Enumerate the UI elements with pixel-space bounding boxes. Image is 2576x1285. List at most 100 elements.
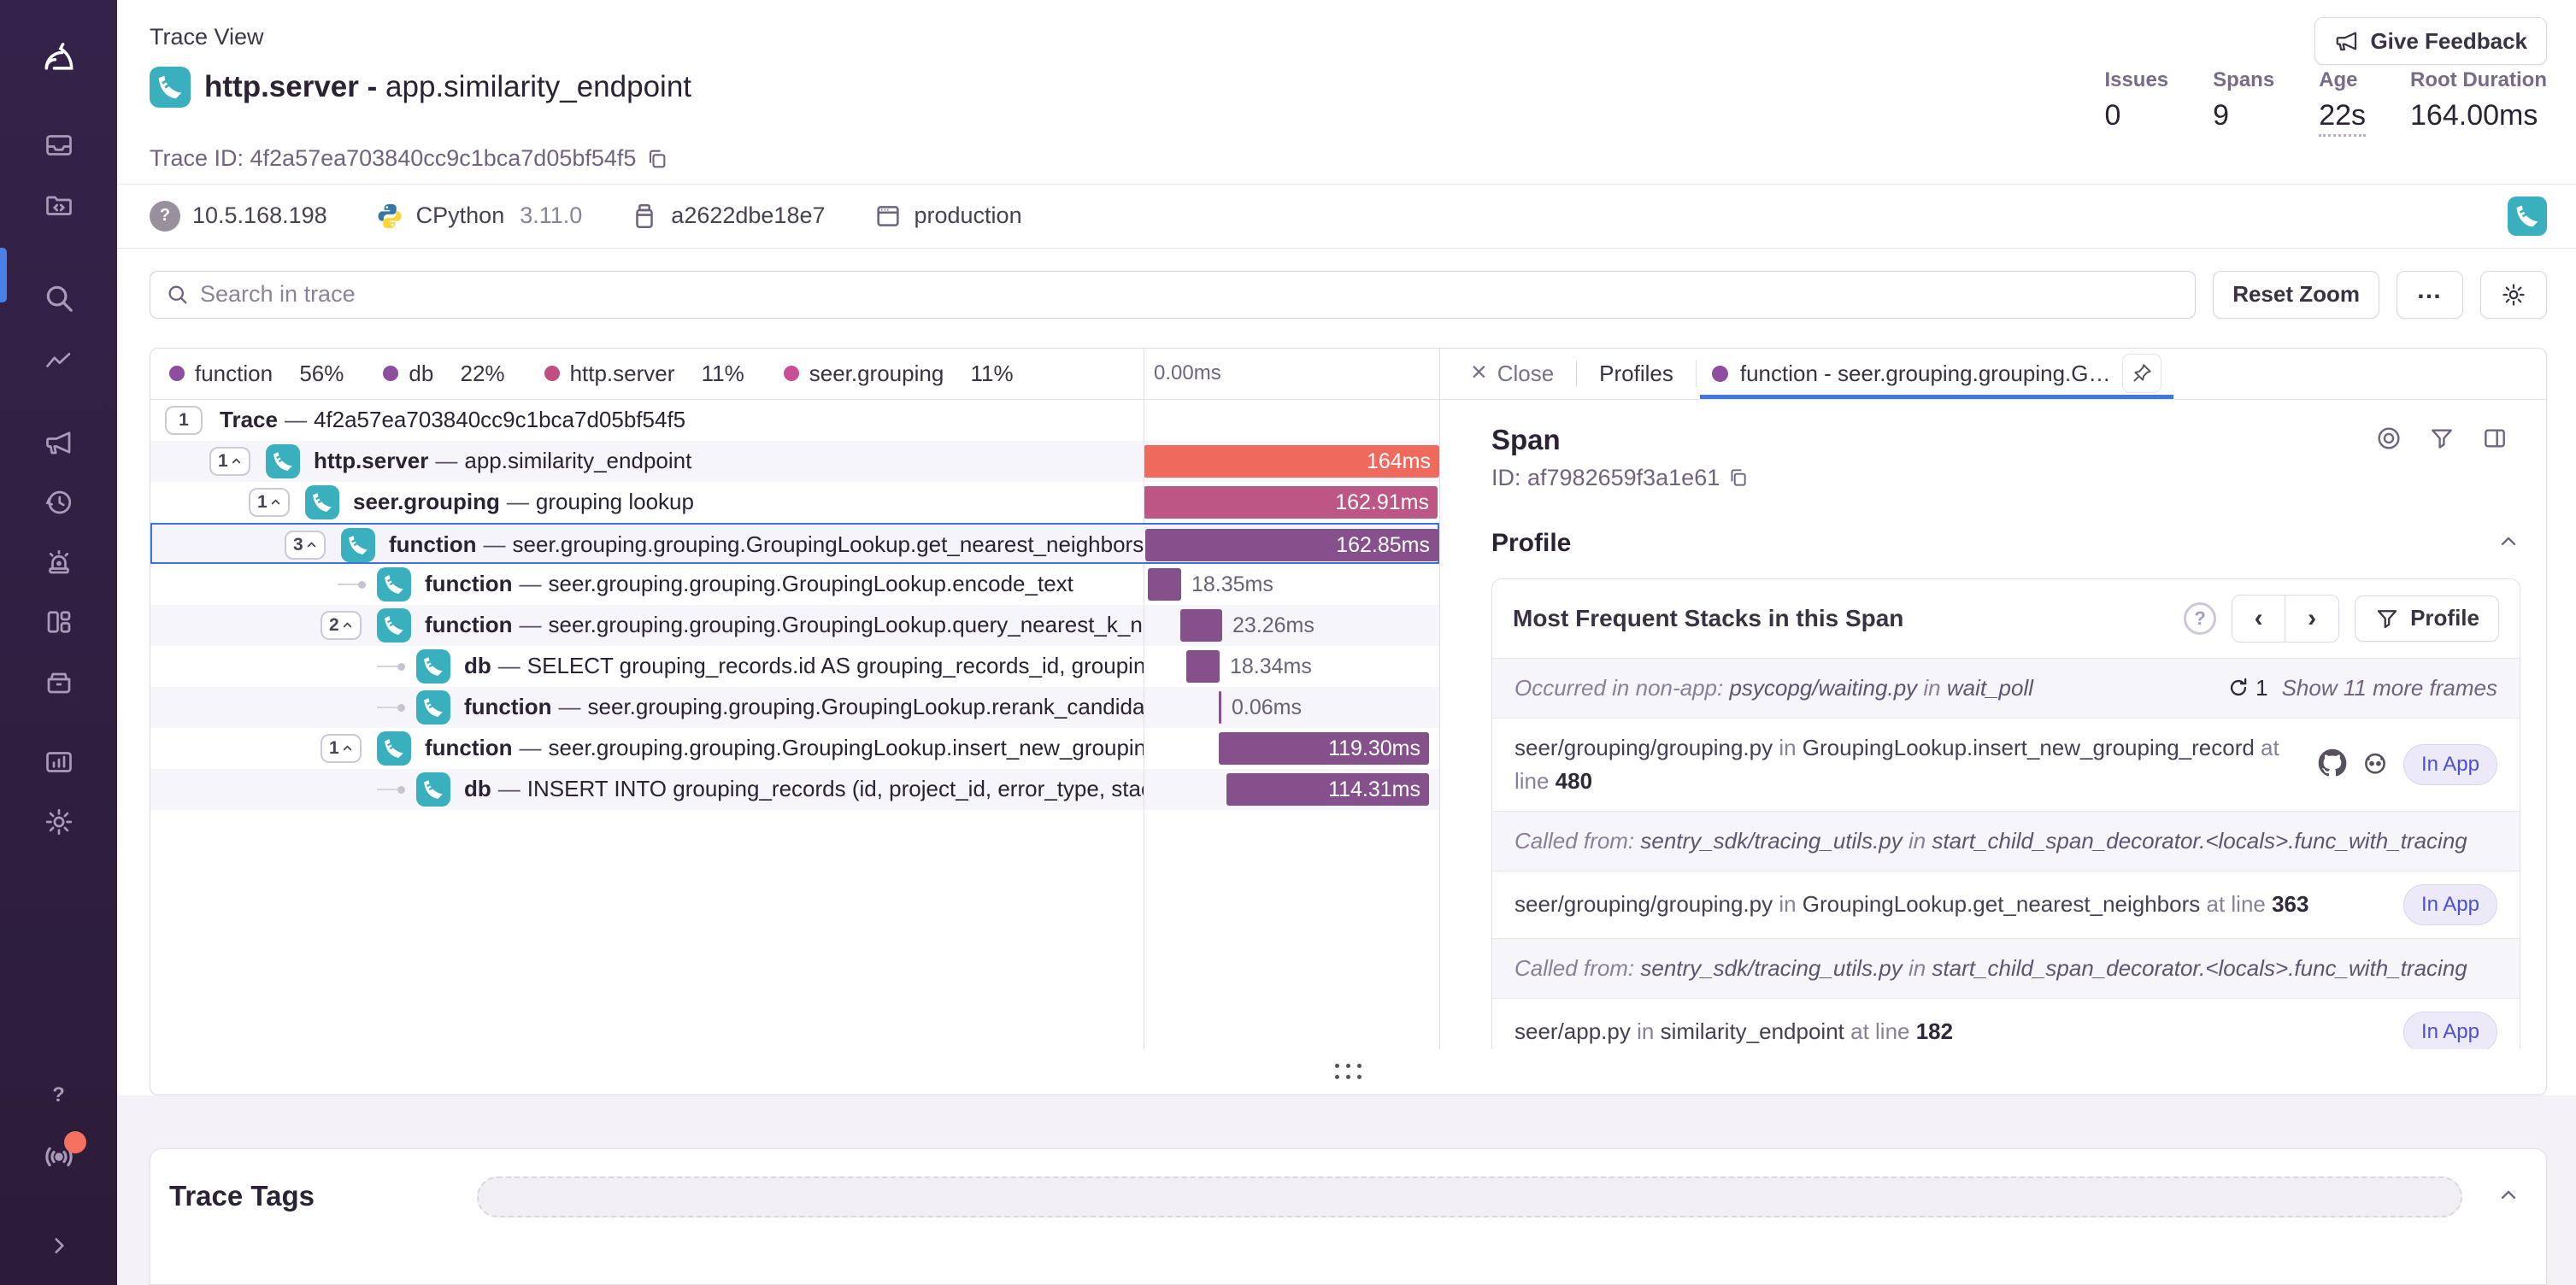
filter-button[interactable] <box>2428 425 2455 455</box>
stacks-help-button[interactable]: ? <box>2184 602 2216 635</box>
legend-item-http-server[interactable]: http.server 11% <box>544 361 744 387</box>
reset-zoom-button[interactable]: Reset Zoom <box>2213 271 2379 319</box>
more-options-button[interactable]: … <box>2397 271 2463 319</box>
tab-span-active[interactable]: function - seer.grouping.grouping.G… <box>1697 349 2178 399</box>
sidebar-item-feedback[interactable] <box>42 425 76 460</box>
stack-frame-row[interactable]: Called from: sentry_sdk/tracing_utils.py… <box>1492 938 2520 998</box>
span-tree-cell: db—SELECT grouping_records.id AS groupin… <box>150 646 1144 687</box>
duration-bar[interactable]: 164ms <box>1144 445 1439 478</box>
trace-tree-row[interactable]: 3function—seer.grouping.grouping.Groupin… <box>150 523 1439 564</box>
duration-label: 119.30ms <box>1328 732 1420 765</box>
span-op-icon <box>377 608 411 642</box>
trace-tree-row[interactable]: function—seer.grouping.grouping.Grouping… <box>150 564 1439 605</box>
legend-item-function[interactable]: function 56% <box>169 361 344 387</box>
show-more-frames-link[interactable]: Show 11 more frames <box>2282 675 2497 701</box>
span-children-badge[interactable]: 2 <box>321 611 362 640</box>
span-children-badge[interactable]: 3 <box>285 531 326 560</box>
trace-settings-button[interactable] <box>2480 271 2547 319</box>
stack-frame-row[interactable]: Called from: sentry_sdk/tracing_utils.py… <box>1492 811 2520 871</box>
help-button[interactable]: ? <box>40 1077 78 1114</box>
span-duration-cell[interactable]: 162.91ms <box>1144 482 1439 523</box>
pin-tab-button[interactable] <box>2122 354 2161 393</box>
legend-item-seer-grouping[interactable]: seer.grouping 11% <box>784 361 1014 387</box>
stack-frame-row[interactable]: seer/app.py in similarity_endpoint at li… <box>1492 998 2520 1049</box>
sidebar-item-alerts[interactable] <box>42 545 76 579</box>
duration-bar[interactable] <box>1219 691 1221 724</box>
span-duration-cell[interactable]: 18.35ms <box>1144 564 1439 605</box>
trace-tree-row[interactable]: function—seer.grouping.grouping.Grouping… <box>150 687 1439 728</box>
duration-bar[interactable] <box>1180 609 1222 642</box>
span-duration-cell[interactable]: 18.34ms <box>1144 646 1439 687</box>
trace-tree-row[interactable]: 2function—seer.grouping.grouping.Groupin… <box>150 605 1439 646</box>
sidebar-item-projects[interactable] <box>42 188 76 222</box>
sidebar-item-dashboards[interactable] <box>42 605 76 639</box>
sidebar-item-metrics[interactable] <box>42 345 76 379</box>
layout-toggle-button[interactable] <box>2481 425 2508 455</box>
duration-bar[interactable]: 119.30ms <box>1219 732 1429 765</box>
frame-in: in <box>1773 735 1803 760</box>
span-duration-cell[interactable]: 0.06ms <box>1144 687 1439 728</box>
sidebar-item-settings[interactable] <box>42 805 76 839</box>
profile-section-header[interactable]: Profile <box>1491 529 2520 558</box>
open-profile-button[interactable]: Profile <box>2355 596 2499 642</box>
chevron-up-icon <box>342 742 353 754</box>
pin-icon <box>2131 362 2153 384</box>
span-op: function <box>425 612 513 637</box>
copy-icon[interactable] <box>644 147 668 171</box>
sidebar-item-explore[interactable] <box>27 267 91 330</box>
github-icon[interactable] <box>2318 748 2347 780</box>
span-op: Trace <box>220 407 278 432</box>
duration-bar[interactable] <box>1186 650 1220 683</box>
collapse-tags-button[interactable] <box>2497 1183 2520 1210</box>
trace-tree-row[interactable]: 1Trace—4f2a57ea703840cc9c1bca7d05bf54f5 <box>150 400 1439 441</box>
stack-frame-row[interactable]: seer/grouping/grouping.py in GroupingLoo… <box>1492 718 2520 811</box>
span-children-badge[interactable]: 1 <box>209 447 250 476</box>
collapse-section-button[interactable] <box>2497 530 2520 556</box>
give-feedback-button[interactable]: Give Feedback <box>2314 17 2547 65</box>
span-duration-cell[interactable]: 162.85ms <box>1145 525 1441 562</box>
frame-function: GroupingLookup.insert_new_grouping_recor… <box>1803 735 2255 760</box>
sidebar-item-releases[interactable] <box>42 665 76 699</box>
legend-item-db[interactable]: db 22% <box>383 361 504 387</box>
clock-history-icon <box>44 487 74 518</box>
stack-frame-row[interactable]: seer/grouping/grouping.py in GroupingLoo… <box>1492 871 2520 938</box>
whats-new-button[interactable] <box>38 1136 79 1177</box>
search-input[interactable] <box>200 281 2179 308</box>
span-description: function—seer.grouping.grouping.Grouping… <box>425 728 1144 767</box>
sidebar-item-replays[interactable] <box>42 485 76 519</box>
copy-icon[interactable] <box>1726 466 1749 489</box>
span-duration-cell[interactable]: 114.31ms <box>1144 769 1439 810</box>
duration-bar[interactable]: 114.31ms <box>1226 773 1429 806</box>
trace-tree-row[interactable]: 1http.server—app.similarity_endpoint164m… <box>150 441 1439 482</box>
sentry-logo[interactable] <box>25 29 93 85</box>
span-op-icon <box>416 690 450 725</box>
span-children-badge[interactable]: 1 <box>321 734 362 763</box>
stack-frame-row[interactable]: Occurred in non-app: psycopg/waiting.py … <box>1492 658 2520 718</box>
span-duration-cell[interactable] <box>1144 400 1439 441</box>
trace-tree-row[interactable]: 1 function—seer.grouping.grouping.Groupin… <box>150 728 1439 769</box>
duration-bar[interactable]: 162.91ms <box>1144 486 1438 519</box>
prev-stack-button[interactable]: ‹ <box>2232 596 2285 642</box>
tree-connector-dot <box>397 704 405 712</box>
sidebar-item-issues[interactable] <box>42 128 76 162</box>
span-duration-cell[interactable]: 164ms <box>1144 441 1439 482</box>
focus-span-button[interactable] <box>2375 425 2403 455</box>
sidebar-expand-button[interactable] <box>42 1229 76 1263</box>
tab-profiles[interactable]: Profiles <box>1577 349 1696 399</box>
sidebar-item-stats[interactable] <box>42 745 76 779</box>
span-children-badge[interactable]: 1 <box>249 488 290 517</box>
duration-bar[interactable]: 162.85ms <box>1145 529 1438 561</box>
trace-tree-row[interactable]: db—SELECT grouping_records.id AS groupin… <box>150 646 1439 687</box>
span-duration-cell[interactable]: 119.30ms <box>1144 728 1439 769</box>
close-panel-button[interactable]: × Close <box>1449 349 1576 399</box>
trace-tree-row[interactable]: 1seer.grouping—grouping lookup162.91ms <box>150 482 1439 523</box>
span-duration-cell[interactable]: 23.26ms <box>1144 605 1439 646</box>
waterfall-empty-area <box>150 810 1439 1049</box>
op-color-dot <box>1712 366 1728 382</box>
span-children-badge[interactable]: 1 <box>165 406 203 435</box>
repo-provider-icon[interactable] <box>2361 748 2390 780</box>
trace-tree-row[interactable]: db—INSERT INTO grouping_records (id, pro… <box>150 769 1439 810</box>
resize-drag-handle[interactable] <box>1335 1064 1362 1080</box>
duration-bar[interactable] <box>1148 568 1181 601</box>
next-stack-button[interactable]: › <box>2285 596 2338 642</box>
